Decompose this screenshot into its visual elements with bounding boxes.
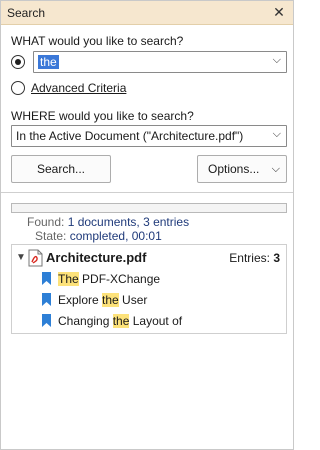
radio-advanced-criteria[interactable] <box>11 81 25 95</box>
entries-label: Entries: <box>229 251 270 265</box>
found-label: Found: <box>27 215 65 229</box>
where-scope-value: In the Active Document ("Architecture.pd… <box>16 129 244 143</box>
result-text-match: The <box>58 272 79 286</box>
options-button[interactable]: Options... ⌵ <box>197 155 287 183</box>
search-button-label: Search... <box>36 162 86 176</box>
bookmark-icon <box>42 293 51 306</box>
close-icon[interactable]: ✕ <box>271 4 287 20</box>
pdf-file-icon <box>28 249 43 267</box>
search-panel: Search ✕ WHAT would you like to search? … <box>0 0 294 450</box>
where-label: WHERE would you like to search? <box>11 109 194 123</box>
bookmark-icon <box>42 272 51 285</box>
result-entry[interactable]: Changing the Layout of <box>12 311 286 331</box>
result-file-row[interactable]: ▼ Architecture.pdf Entries: 3 <box>12 247 286 269</box>
chevron-down-icon[interactable]: ⌵ <box>273 128 281 141</box>
chevron-down-icon: ⌵ <box>271 163 280 175</box>
result-file-name: Architecture.pdf <box>46 250 147 265</box>
state-label: State: <box>35 229 67 243</box>
where-scope-combo[interactable]: In the Active Document ("Architecture.pd… <box>11 125 287 147</box>
result-text-prefix: Changing <box>58 314 113 328</box>
result-entry[interactable]: Explore the User <box>12 290 286 310</box>
result-text-rest: Layout of <box>129 314 183 328</box>
title-bar: Search ✕ <box>1 1 293 25</box>
state-value: completed, 00:01 <box>69 229 162 243</box>
chevron-down-icon[interactable]: ⌵ <box>273 54 281 67</box>
result-entries: Entries: 3 <box>229 251 280 265</box>
result-text-rest: User <box>118 293 148 307</box>
search-button[interactable]: Search... <box>11 155 111 183</box>
result-text-prefix: Explore <box>58 293 103 307</box>
bookmark-icon <box>42 314 51 327</box>
advanced-criteria-link[interactable]: Advanced Criteria <box>31 81 126 95</box>
options-button-label: Options... <box>208 162 260 176</box>
entries-count: 3 <box>273 251 280 265</box>
result-text-match: the <box>112 314 130 328</box>
radio-simple-search[interactable] <box>11 55 25 69</box>
search-query-combo[interactable]: the ⌵ <box>33 51 287 73</box>
result-text-match: the <box>102 293 119 307</box>
search-progress-bar <box>11 203 287 213</box>
results-list[interactable]: ▼ Architecture.pdf Entries: 3 The PDF-XC… <box>11 244 287 334</box>
found-value: 1 documents, 3 entries <box>67 215 190 229</box>
collapse-icon[interactable]: ▼ <box>16 252 26 263</box>
result-entry[interactable]: The PDF-XChange <box>12 269 286 289</box>
result-text-rest: PDF-XChange <box>78 272 161 286</box>
panel-title: Search <box>7 6 46 20</box>
what-label: WHAT would you like to search? <box>11 34 184 48</box>
section-divider <box>1 192 293 193</box>
search-query-text: the <box>38 55 59 69</box>
